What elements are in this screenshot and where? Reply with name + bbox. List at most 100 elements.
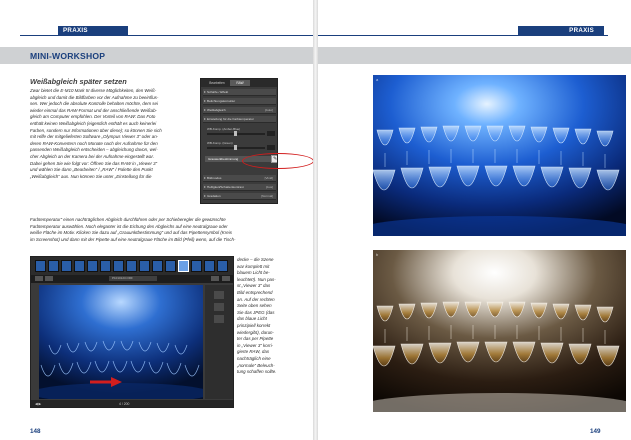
text-line: nachträglich eine — [237, 355, 271, 361]
thumbnail[interactable] — [126, 260, 137, 272]
tool-button[interactable] — [45, 276, 53, 281]
tool-button[interactable] — [211, 276, 219, 281]
thumbnail[interactable] — [204, 260, 215, 272]
text-line: im Screenshot) und dann mit der Pipette … — [30, 236, 236, 242]
band-right — [318, 47, 631, 64]
text-line: enthält keinen Weißabgleich (eigentlich … — [30, 120, 157, 126]
body-text-wide: Farbtemperatur“ einen nachträglichen Abg… — [30, 217, 310, 243]
text-line: Farbtemperatur“ einen nachträglichen Abg… — [30, 217, 226, 222]
photo-label: b — [376, 252, 379, 257]
image-counter: 4 / 200 — [119, 402, 130, 406]
viewer-side-panel — [205, 285, 233, 399]
wb-value-field[interactable] — [267, 145, 275, 150]
viewer-toolbar: P1010123.ORF — [31, 275, 233, 283]
tool-button[interactable] — [35, 276, 43, 281]
text-line: passenden Weißabgleich entscheiden – abg… — [30, 147, 158, 153]
thumbnail[interactable] — [48, 260, 59, 272]
panel-icon[interactable] — [214, 291, 224, 299]
palette-row[interactable]: Helligkeit/Schattenkontrast [Aus] — [203, 184, 276, 191]
text-line: in „Viewer 3“ korri- — [237, 342, 274, 348]
text-line: sen. Wer jedoch die absolute Kontrolle b… — [30, 101, 158, 107]
palette-tabs: Bearbeiten RAW — [201, 79, 277, 87]
text-line: st „Viewer 3“ das — [237, 283, 271, 289]
text-line: Bild entsprechend — [237, 289, 273, 295]
article-heading: Weißabgleich später setzen — [30, 77, 127, 86]
thumbnail[interactable] — [165, 260, 176, 272]
viewer-status-bar: ◀ ▶ 4 / 200 — [31, 400, 233, 407]
thumbnail[interactable] — [87, 260, 98, 272]
text-line: gleich am Computer empfohlen. Der Vortei… — [30, 114, 156, 120]
expand-icon — [204, 195, 206, 197]
page-number-right: 149 — [590, 428, 601, 435]
text-line: Dabei gehen Sie wie folgt vor: Öffnen Si… — [30, 160, 158, 166]
section-tab-left: PRAXIS — [58, 26, 128, 35]
text-line: decke – die Szene — [237, 257, 274, 262]
panel-icon[interactable] — [214, 315, 224, 323]
text-line: Seite oben sehen — [237, 303, 272, 309]
text-line: Farbtemperatur auswählen. Noch eleganter… — [30, 223, 228, 229]
text-line: cher Abgleich an der Kamera bei der Aufn… — [30, 153, 155, 159]
thumbnail[interactable] — [139, 260, 150, 272]
text-line: mit Hilfe der mitgelieferten Software „O… — [30, 134, 159, 140]
section-tab-right: PRAXIS — [518, 26, 604, 35]
thumbnail[interactable] — [74, 260, 85, 272]
text-line: deren RAW-Konvertern noch Monate nach de… — [30, 140, 158, 146]
photo-raw-corrected: b — [373, 250, 626, 412]
top-rule-right — [318, 35, 608, 36]
text-line: Farben, sondern nur Informationen über d… — [30, 127, 162, 133]
tab-bearbeiten[interactable]: Bearbeiten — [205, 80, 229, 86]
palette-row-white-balance[interactable]: Weißabgleich [Auto] — [203, 107, 276, 114]
text-line: und wählen Sie dann „Bearbeiten“ / „RAW“… — [30, 167, 153, 173]
thumbnail[interactable] — [113, 260, 124, 272]
body-text-narrow: decke – die Szene war komplett mit blaue… — [237, 257, 307, 376]
text-line: prinzipiell korrekt — [237, 322, 271, 328]
thumbnail-selected[interactable] — [178, 260, 189, 272]
wb-slider-knob[interactable] — [234, 131, 237, 136]
text-line: gierte RAW, das — [237, 349, 270, 355]
expand-icon — [204, 186, 206, 188]
slider-group: WB-Komp. (Green) — [207, 141, 275, 152]
workshop-title: MINI-WORKSHOP — [30, 51, 106, 61]
text-line: „Weißabgleich“ aus. Nun können Sie unter… — [30, 173, 152, 179]
nav-controls[interactable]: ◀ ▶ — [35, 401, 41, 407]
panel-icon[interactable] — [214, 303, 224, 311]
expand-icon — [204, 118, 206, 120]
thumbnail-strip — [31, 257, 233, 275]
expand-icon — [204, 91, 206, 93]
text-line: ter das per Pipette — [237, 336, 274, 342]
thumbnail[interactable] — [100, 260, 111, 272]
palette-row[interactable]: Schärfe / Effekt — [203, 89, 276, 96]
text-line: abgleich und damit die Bildfarben vor de… — [30, 94, 159, 100]
top-rule-left — [20, 35, 313, 36]
wb-slider-knob[interactable] — [234, 145, 237, 150]
thumbnail[interactable] — [152, 260, 163, 272]
slider-group: WB-Komp. (Amber-Blue) — [207, 127, 275, 138]
highlight-circle — [242, 153, 314, 169]
tab-raw[interactable]: RAW — [230, 80, 250, 86]
expand-icon — [204, 177, 206, 179]
text-line: Zwar bietet die E-M10 Mark III diverse M… — [30, 88, 157, 93]
palette-row-color-temperature[interactable]: Einstellung für die Farbtemperatur — [203, 116, 276, 123]
thumbnail[interactable] — [61, 260, 72, 272]
thumbnail[interactable] — [191, 260, 202, 272]
thumbnail[interactable] — [35, 260, 46, 272]
text-line: Sie das JPEG (das — [237, 309, 275, 315]
palette-row[interactable]: Belichtungskorrektur — [203, 98, 276, 105]
body-text-column: Zwar bietet die E-M10 Mark III diverse M… — [30, 88, 198, 180]
thumbnail[interactable] — [217, 260, 228, 272]
palette-row[interactable]: Gradation [Normal] — [203, 193, 276, 200]
wb-value-field[interactable] — [267, 131, 275, 136]
text-line: war komplett mit — [237, 263, 270, 269]
expand-icon — [204, 100, 206, 102]
page-number-left: 148 — [30, 428, 41, 435]
workshop-band: MINI-WORKSHOP — [0, 47, 313, 64]
text-line: das blaue Licht — [237, 316, 267, 322]
left-page: PRAXIS MINI-WORKSHOP Weißabgleich später… — [0, 0, 314, 440]
text-line: tung schaffen sollte. — [237, 369, 277, 375]
raw-palette-screenshot: Bearbeiten RAW Schärfe / Effekt Belichtu… — [200, 78, 278, 204]
palette-row[interactable]: Bildmodus [Vivid] — [203, 175, 276, 182]
tool-button[interactable] — [222, 276, 230, 281]
photo-jpeg-blue: a — [373, 75, 626, 236]
filename-field: P1010123.ORF — [109, 276, 157, 281]
text-line: wieder einmal das RAW-Format und der ans… — [30, 107, 158, 113]
